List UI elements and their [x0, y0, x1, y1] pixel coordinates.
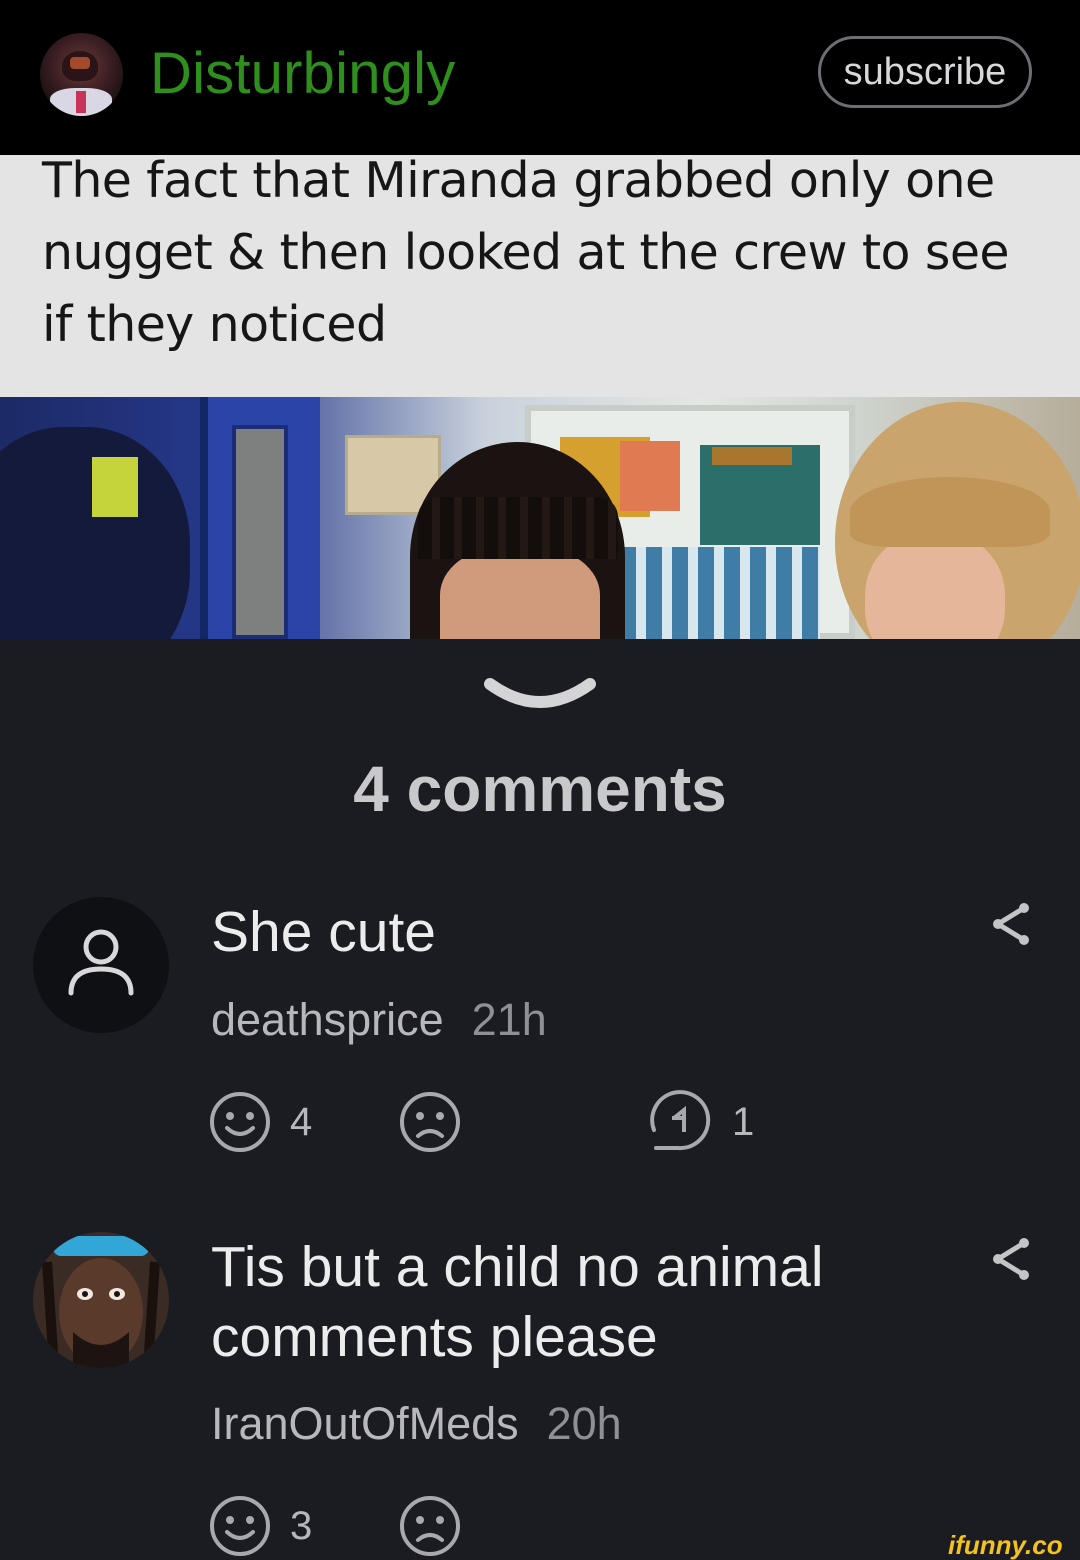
comment-text: Tis but a child no animal comments pleas…: [211, 1235, 824, 1369]
comment-author[interactable]: deathsprice: [211, 994, 444, 1045]
reply-count: 1: [732, 1100, 755, 1144]
user-photo: [33, 1232, 169, 1368]
comment-author[interactable]: IranOutOfMeds: [211, 1398, 519, 1449]
share-icon[interactable]: [990, 900, 1034, 948]
share-icon[interactable]: [990, 1235, 1034, 1283]
comment-time: 21h: [471, 994, 547, 1045]
channel-name[interactable]: Disturbingly: [150, 40, 455, 107]
comment-time: 20h: [546, 1398, 622, 1449]
smile-icon[interactable]: [208, 1090, 272, 1154]
like-count: 4: [290, 1100, 313, 1144]
meme-caption: The fact that Miranda grabbed only one n…: [42, 152, 1010, 353]
watermark: ifunny.co: [948, 1530, 1063, 1560]
user-avatar[interactable]: [33, 897, 169, 1033]
meme-image[interactable]: [0, 397, 1080, 639]
subscribe-button[interactable]: subscribe: [818, 36, 1032, 108]
reply-icon[interactable]: [648, 1090, 714, 1154]
channel-avatar[interactable]: [40, 33, 123, 116]
like-count: 3: [290, 1504, 313, 1548]
comments-count: 4 comments: [353, 753, 727, 825]
comment-meta: IranOutOfMeds 20h: [211, 1398, 622, 1450]
meme-caption-panel: The fact that Miranda grabbed only one n…: [0, 152, 1080, 397]
user-avatar[interactable]: [33, 1232, 169, 1368]
comment-meta: deathsprice 21h: [211, 994, 547, 1046]
frown-icon[interactable]: [398, 1494, 462, 1558]
chevron-down-icon[interactable]: [482, 676, 598, 720]
smile-icon[interactable]: [208, 1494, 272, 1558]
app-header: Disturbingly subscribe: [0, 0, 1080, 155]
comment-text: She cute: [211, 900, 436, 964]
frown-icon[interactable]: [398, 1090, 462, 1154]
user-icon: [68, 929, 134, 996]
